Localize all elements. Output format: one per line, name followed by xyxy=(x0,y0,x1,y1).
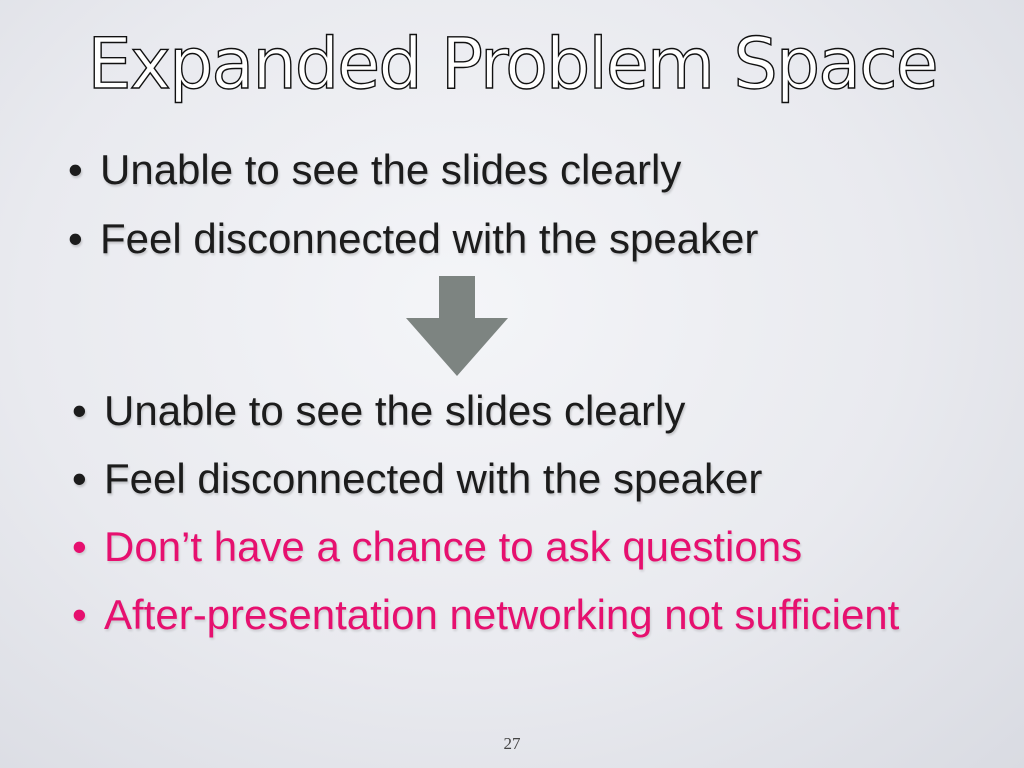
bullet-marker: • xyxy=(72,523,87,570)
bullet-marker: • xyxy=(72,455,87,502)
bullet-marker: • xyxy=(68,146,83,193)
bullet-list-before: • Unable to see the slides clearly • Fee… xyxy=(68,142,758,280)
bullet-item: • Feel disconnected with the speaker xyxy=(68,211,758,280)
arrow-down-icon xyxy=(406,276,508,376)
bullet-text: After-presentation networking not suffic… xyxy=(104,591,900,638)
bullet-marker: • xyxy=(72,387,87,434)
bullet-item-highlighted: • Don’t have a chance to ask questions xyxy=(72,520,899,588)
bullet-text: Unable to see the slides clearly xyxy=(100,146,682,193)
bullet-item: • Feel disconnected with the speaker xyxy=(72,452,899,520)
bullet-item: • Unable to see the slides clearly xyxy=(72,384,899,452)
bullet-text: Feel disconnected with the speaker xyxy=(100,215,759,262)
bullet-item: • Unable to see the slides clearly xyxy=(68,142,758,211)
bullet-text: Unable to see the slides clearly xyxy=(104,387,686,434)
slide-title: Expanded Problem Space xyxy=(87,22,940,105)
page-number: 27 xyxy=(503,734,521,753)
bullet-list-after: • Unable to see the slides clearly • Fee… xyxy=(72,384,899,656)
bullet-item-highlighted: • After-presentation networking not suff… xyxy=(72,588,899,656)
bullet-text: Don’t have a chance to ask questions xyxy=(104,523,803,570)
slide: Expanded Problem Space • Unable to see t… xyxy=(0,0,1024,768)
bullet-text: Feel disconnected with the speaker xyxy=(104,455,763,502)
bullet-marker: • xyxy=(72,591,87,638)
bullet-marker: • xyxy=(68,215,83,262)
